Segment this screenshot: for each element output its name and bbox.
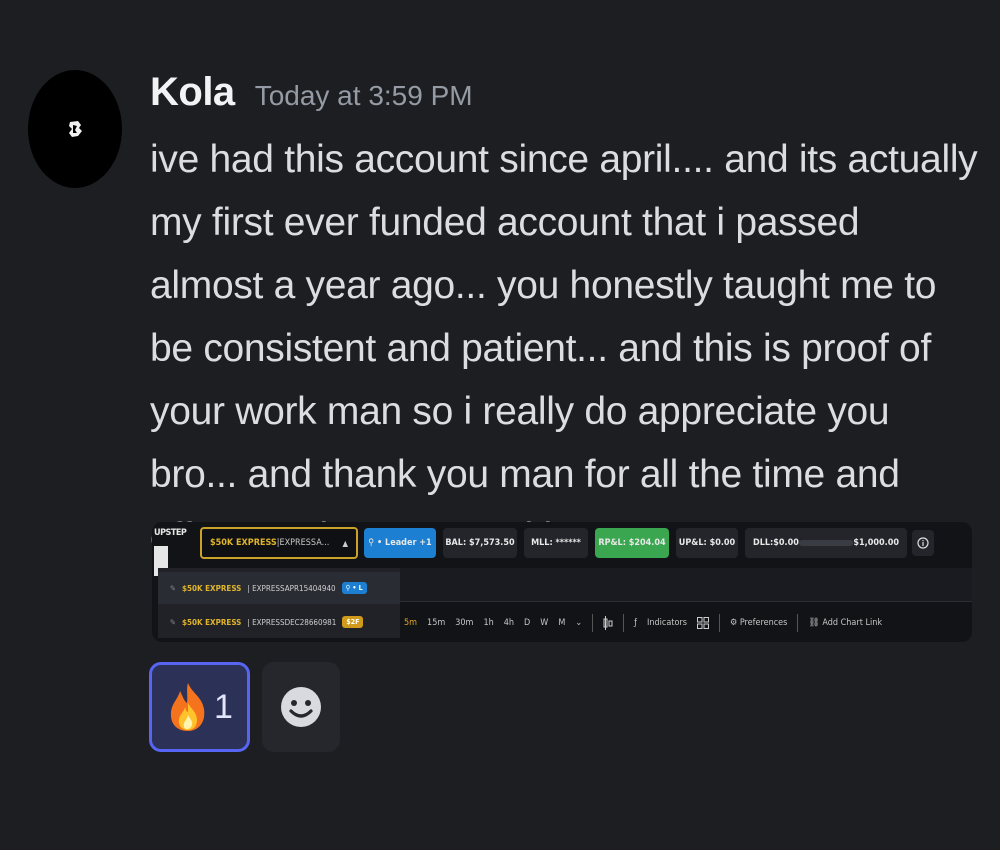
indicators-button[interactable]: Indicators (647, 618, 687, 628)
daily-loss-limit-badge: DLL:$0.00 $1,000.00 (745, 528, 907, 558)
fire-reaction-button[interactable]: 1 (149, 662, 250, 752)
account-tier: $50K EXPRESS (210, 538, 277, 548)
pencil-icon[interactable]: ✎ (170, 584, 176, 593)
timeframe-w[interactable]: W (540, 618, 548, 628)
account-option-tier: $50K EXPRESS (182, 617, 242, 627)
account-option[interactable]: ✎ $50K EXPRESS | EXPRESSAPR15404940 ⚲ • … (158, 572, 400, 604)
pencil-icon[interactable]: ✎ (170, 618, 176, 627)
timestamp[interactable]: Today at 3:59 PM (255, 80, 473, 112)
reaction-count: 1 (214, 687, 233, 726)
timeframe-d[interactable]: D (524, 618, 530, 628)
dropdown-backdrop (400, 568, 972, 602)
chevron-down-icon[interactable]: ⌄ (575, 618, 582, 628)
mll-badge: MLL: ****** (524, 528, 588, 558)
account-option-name: | EXPRESSDEC28660981 (247, 617, 337, 627)
account-option[interactable]: ✎ $50K EXPRESS | EXPRESSDEC28660981 $2F (158, 606, 400, 638)
account-dropdown: ✎ $50K EXPRESS | EXPRESSAPR15404940 ⚲ • … (158, 568, 400, 638)
preferences-button[interactable]: ⚙ Preferences (730, 618, 787, 628)
timeframe-5m[interactable]: 5m (404, 618, 417, 628)
add-chart-link-button[interactable]: ⛓ Add Chart Link (808, 618, 882, 628)
add-chart-link-label: Add Chart Link (822, 618, 883, 628)
username[interactable]: Kola (150, 70, 235, 115)
account-name: EXPRESSA... (279, 538, 330, 548)
dll-label: DLL:$0.00 (753, 538, 799, 548)
logo-text: UPSTEP (154, 528, 187, 538)
toolbar-divider (623, 614, 625, 632)
balance-badge: BAL: $7,573.50 (443, 528, 517, 558)
unrealized-pnl-badge: UP&L: $0.00 (676, 528, 738, 558)
toolbar-divider (797, 614, 799, 632)
follower-tag: $2F (342, 616, 364, 628)
timeframe-30m[interactable]: 30m (455, 618, 473, 628)
leader-tag: ⚲ • L (341, 582, 367, 594)
candlestick-icon[interactable] (603, 616, 613, 630)
leader-button[interactable]: ⚲ • Leader +1 (364, 528, 436, 558)
chat-message: Kola Today at 3:59 PM ive had this accou… (0, 0, 1000, 850)
realized-pnl-badge: RP&L: $204.04 (595, 528, 669, 558)
timeframe-15m[interactable]: 15m (427, 618, 445, 628)
caret-up-icon: ▲ (342, 538, 348, 548)
avatar-glyph-icon (69, 121, 82, 137)
avatar[interactable] (28, 70, 122, 188)
embedded-screenshot[interactable]: UPSTEP $50K EXPRESS | EXPRESSA... ▲ ⚲ • … (152, 522, 972, 642)
toolbar-divider (592, 614, 594, 632)
account-option-tier: $50K EXPRESS (182, 583, 242, 593)
function-icon[interactable]: ƒ (634, 618, 637, 628)
account-select[interactable]: $50K EXPRESS | EXPRESSA... ▲ (200, 527, 358, 559)
timeframe-m[interactable]: M (558, 618, 565, 628)
info-button[interactable] (912, 530, 934, 556)
message-content: ive had this account since april.... and… (150, 138, 978, 559)
dll-value: $1,000.00 (853, 538, 899, 548)
message-header: Kola Today at 3:59 PM (150, 70, 473, 115)
grid-icon[interactable] (696, 617, 709, 629)
dll-progress-track (798, 540, 854, 546)
chart-toolbar: 5m 15m 30m 1h 4h D W M ⌄ ƒ Indicators ⚙ … (400, 608, 972, 638)
preferences-label: Preferences (739, 618, 788, 628)
account-option-name: | EXPRESSAPR15404940 (247, 583, 336, 593)
add-reaction-button[interactable] (262, 662, 340, 752)
info-icon (917, 537, 929, 549)
smiley-face-icon (281, 687, 321, 727)
timeframe-4h[interactable]: 4h (504, 618, 514, 628)
toolbar-divider (718, 614, 720, 632)
fire-emoji-icon (170, 683, 205, 731)
timeframe-1h[interactable]: 1h (483, 618, 493, 628)
